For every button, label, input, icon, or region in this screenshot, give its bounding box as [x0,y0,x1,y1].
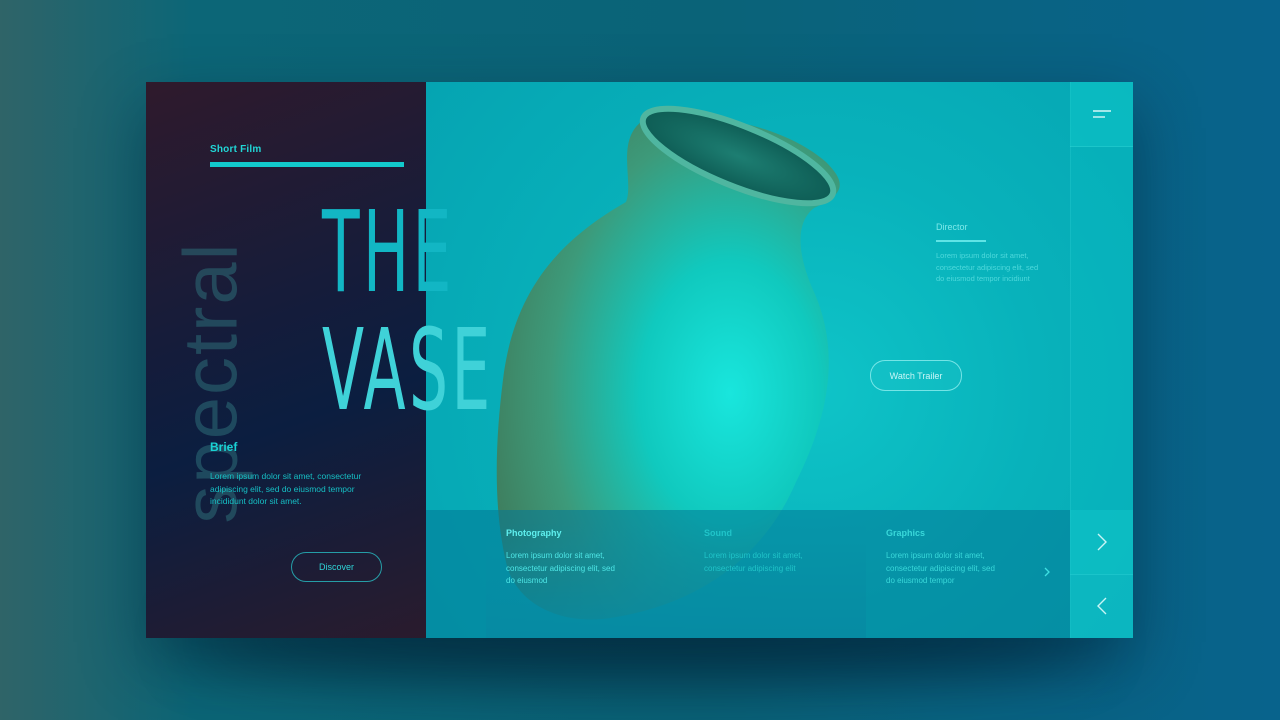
menu-button[interactable] [1070,82,1133,147]
feature-sound: Sound Lorem ipsum dolor sit amet, consec… [704,528,814,575]
title-line-1: THE [322,188,455,318]
chevron-right-icon [1044,567,1050,577]
prev-button[interactable] [1070,574,1133,638]
chevron-left-icon [1096,597,1106,615]
feature-photography: Photography Lorem ipsum dolor sit amet, … [506,528,616,588]
features-next-button[interactable] [1040,564,1054,580]
director-underline [936,240,986,242]
feature-title: Graphics [886,528,926,538]
chevron-right-icon [1097,533,1107,551]
page-title: THE VASE [322,188,494,436]
film-card: Short Film spectral THE VASE Brief Lorem… [146,82,1133,638]
category-underline [210,162,404,167]
director-heading: Director [936,222,968,232]
discover-button[interactable]: Discover [291,552,382,582]
title-line-2: VASE [322,306,494,436]
brief-text: Lorem ipsum dolor sit amet, consectetur … [210,471,362,506]
hamburger-menu-icon [1092,110,1111,118]
feature-text: Lorem ipsum dolor sit amet, consectetur … [506,551,615,585]
vertical-watermark: spectral [166,192,256,572]
director-text: Lorem ipsum dolor sit amet, consectetur … [936,251,1039,283]
watch-trailer-button[interactable]: Watch Trailer [870,360,962,391]
next-button[interactable] [1070,510,1133,575]
feature-title: Photography [506,528,562,538]
brief-heading: Brief [210,440,238,454]
feature-text: Lorem ipsum dolor sit amet, consectetur … [886,551,995,585]
feature-graphics: Graphics Lorem ipsum dolor sit amet, con… [886,528,996,588]
category-label: Short Film [210,144,262,155]
feature-text: Lorem ipsum dolor sit amet, consectetur … [704,551,803,573]
feature-title: Sound [704,528,732,538]
